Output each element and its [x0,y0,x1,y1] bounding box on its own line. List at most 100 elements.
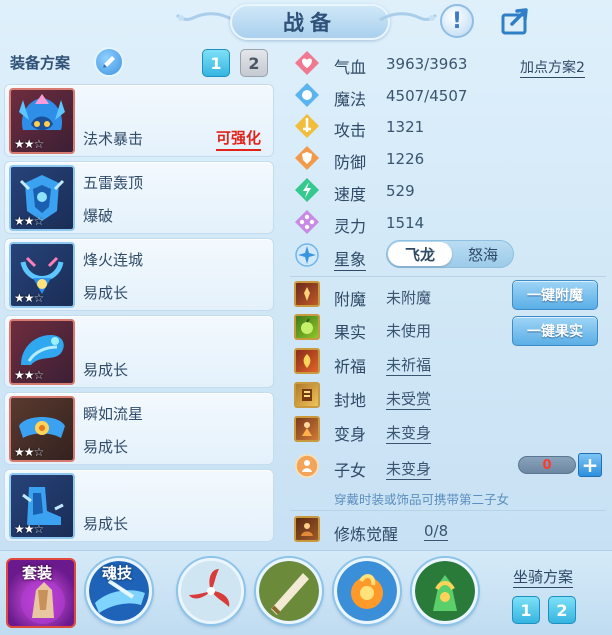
row-cultivate: 修炼觉醒 0/8 [286,515,606,545]
stat-row-defense: 防御 1226 [286,143,606,173]
fire-orb-icon [337,561,397,621]
sword-icon [294,113,320,139]
fief-icon [294,382,320,408]
equipment-weapon-icon: ★★☆ [9,319,75,385]
skill-slot-1[interactable] [178,558,244,624]
stat-label: 攻击 [334,121,367,140]
shield-icon [294,145,320,171]
extra-label: 祈福 [334,357,367,376]
skill-slot-3[interactable] [334,558,400,624]
stat-row-attack: 攻击 1321 [286,111,606,141]
row-child: 子女 未变身 0 + [286,451,606,481]
add-child-button[interactable]: + [578,453,602,477]
enhance-link[interactable]: 可强化 [215,127,261,151]
info-icon[interactable]: ! [440,4,474,38]
equipment-name: 烽火连城 [83,251,144,269]
equipment-list: ★★☆ 法术暴击 可强化 ★★☆ 五雷轰顶 爆破 ★★☆ 烽火连城 易成长 ★★… [4,84,274,546]
blessing-icon [294,348,320,374]
stat-row-spirit: 灵力 1514 [286,207,606,237]
child-value[interactable]: 未变身 [386,458,432,480]
stat-value: 1321 [386,118,425,136]
equipment-armor-icon: ★★☆ [9,165,75,231]
equipment-boots-icon: ★★☆ [9,473,75,539]
add-point-scheme-link[interactable]: 加点方案2 [520,57,585,78]
equipment-effect: 易成长 [83,515,129,533]
equipment-slot-3[interactable]: ★★☆ 烽火连城 易成长 [4,238,274,311]
extra-label: 附魔 [334,290,367,309]
equipment-name: 瞬如流星 [83,405,144,423]
cultivate-value[interactable]: 0/8 [424,522,449,541]
equipment-scheme-label: 装备方案 [10,54,71,72]
equipment-slot-5[interactable]: ★★☆ 瞬如流星 易成长 [4,392,274,465]
stat-value: 529 [386,182,415,200]
row-blessing: 祈福 未祈福 [286,347,606,377]
divider [290,276,606,277]
mount-tab-1[interactable]: 1 [512,596,540,624]
equipment-effect: 爆破 [83,207,114,225]
lightning-icon [294,177,320,203]
row-transform: 变身 未变身 [286,415,606,445]
one-click-fruit-button[interactable]: 一键果实 [512,316,598,346]
stat-row-star: 星象 飞龙 怒海 [286,240,606,271]
star-rating: ★★☆ [14,368,44,382]
star-sign-icon [294,242,320,268]
stat-row-hp: 气血 3963/3963 加点方案2 [286,48,606,78]
mount-tab-2[interactable]: 2 [548,596,576,624]
stat-value: 1514 [386,214,425,232]
extra-label: 封地 [334,391,367,410]
stat-label: 灵力 [334,217,367,236]
green-warrior-icon [415,561,475,621]
magic-orb-icon [294,82,320,108]
title-bar: 战备 ! [0,0,612,44]
star-rating: ★★☆ [14,445,44,459]
equipment-name: 五雷轰顶 [83,174,144,192]
stat-label: 气血 [334,58,367,77]
stat-row-speed: 速度 529 [286,175,606,205]
star-option-feilong[interactable]: 飞龙 [388,242,452,266]
title-ornament-left [175,12,234,22]
extra-value: 未使用 [386,322,432,340]
equipment-slot-2[interactable]: ★★☆ 五雷轰顶 爆破 [4,161,274,234]
heart-icon [294,50,320,76]
star-rating: ★★☆ [14,214,44,228]
extra-value[interactable]: 未受赏 [386,388,432,410]
edit-icon[interactable] [94,47,124,77]
stat-label: 魔法 [334,90,367,109]
scheme-tab-2[interactable]: 2 [240,49,268,77]
one-click-enchant-button[interactable]: 一键附魔 [512,280,598,310]
title-ornament-right [379,12,438,22]
triple-blade-icon [181,561,241,621]
fruit-icon [294,314,320,340]
skill-slot-4[interactable] [412,558,478,624]
extra-value[interactable]: 未祈福 [386,354,432,376]
equipment-effect: 易成长 [83,284,129,302]
extra-label: 果实 [334,323,367,342]
equipment-slot-4[interactable]: ★★☆ 易成长 [4,315,274,388]
stat-label: 速度 [334,185,367,204]
suit-button[interactable]: 套装 [6,558,76,628]
child-label: 子女 [334,461,367,480]
equipment-belt-icon: ★★☆ [9,396,75,462]
stat-value: 3963/3963 [386,55,468,73]
star-rating: ★★☆ [14,137,44,151]
star-rating: ★★☆ [14,522,44,536]
skill-slot-2[interactable] [256,558,322,624]
cultivate-icon [294,516,320,542]
stat-label: 防御 [334,153,367,172]
row-fief: 封地 未受赏 [286,381,606,411]
share-icon[interactable] [500,4,534,38]
star-sign-toggle[interactable]: 飞龙 怒海 [386,240,514,268]
cultivate-label: 修炼觉醒 [334,525,399,544]
scheme-tab-1[interactable]: 1 [202,49,230,77]
stat-value: 1226 [386,150,425,168]
equipment-slot-1[interactable]: ★★☆ 法术暴击 可强化 [4,84,274,157]
stats-panel: 气血 3963/3963 加点方案2 魔法 4507/4507 攻击 1321 … [286,44,612,549]
equipment-slot-6[interactable]: ★★☆ 易成长 [4,469,274,542]
spirit-icon [294,209,320,235]
star-option-nuhai[interactable]: 怒海 [453,242,513,266]
mount-scheme-label[interactable]: 坐骑方案 [513,566,574,588]
star-sign-label[interactable]: 星象 [334,246,367,271]
equipment-effect: 法术暴击 [83,130,144,148]
transform-icon [294,416,320,442]
extra-value[interactable]: 未变身 [386,422,432,444]
